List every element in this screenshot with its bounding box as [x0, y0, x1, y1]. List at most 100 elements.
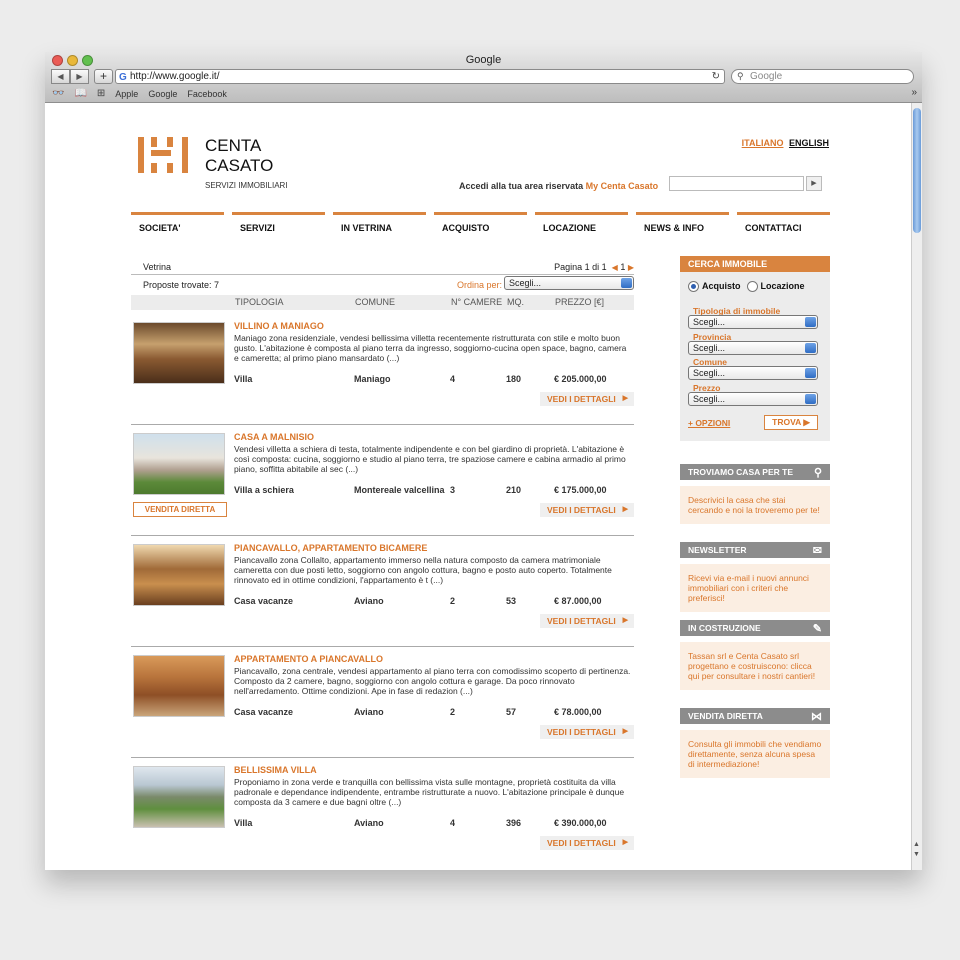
promo-box-newsletter[interactable]: NEWSLETTER ✉ Ricevi via e-mail i nuovi an… [680, 542, 830, 612]
select-provincia[interactable]: Scegli... [688, 341, 818, 355]
listing-item: PIANCAVALLO, APPARTAMENTO BICAMERE Pianc… [131, 536, 634, 647]
box-text: Ricevi via e-mail i nuovi annunci immobi… [680, 564, 830, 612]
breadcrumb: Vetrina [143, 262, 172, 272]
web-page: CENTA CASATO SERVIZI IMMOBILIARI ITALIANO… [45, 103, 911, 870]
browser-window: Google ◀ ▶ + G http://www.google.it/ ↻ ⚲… [45, 52, 922, 870]
listing-title[interactable]: BELLISSIMA VILLA [234, 765, 317, 775]
details-button[interactable]: VEDI I DETTAGLI ▶ [540, 392, 634, 406]
reading-list-icon[interactable]: 👓 [52, 88, 64, 99]
envelope-icon: ✉ [812, 545, 822, 557]
nav-locazione[interactable]: LOCAZIONE [535, 212, 628, 233]
top-sites-grid-icon[interactable]: ⊞ [97, 88, 105, 99]
direct-sale-badge[interactable]: VENDITA DIRETTA [133, 502, 227, 517]
listing-city: Aviano [354, 818, 384, 828]
listing-sqm: 396 [506, 818, 522, 828]
magnifier-icon: ⚲ [813, 467, 822, 479]
forward-button[interactable]: ▶ [70, 69, 89, 84]
scrollbar-thumb[interactable] [913, 108, 921, 233]
brand-name: CENTA CASATO [205, 136, 274, 175]
select-prezzo[interactable]: Scegli... [688, 392, 818, 406]
more-options-link[interactable]: + OPZIONI [688, 418, 730, 428]
select-comune[interactable]: Scegli... [688, 366, 818, 380]
promo-box-find-house[interactable]: TROVIAMO CASA PER TE ⚲ Descrivici la casa… [680, 464, 830, 524]
bookmarks-bar: 👓 📖 ⊞ Apple Google Facebook [52, 88, 227, 99]
radio-locazione[interactable]: Locazione [746, 281, 805, 293]
google-favicon-icon: G [119, 72, 127, 83]
listing-title[interactable]: CASA A MALNISIO [234, 432, 314, 442]
vertical-scrollbar[interactable]: ▲ ▼ [911, 103, 922, 870]
listing-photo[interactable] [133, 544, 225, 606]
listing-item: BELLISSIMA VILLA Proponiamo in zona verd… [131, 758, 634, 869]
order-select[interactable]: Scegli... [504, 276, 634, 290]
add-bookmark-button[interactable]: + [94, 69, 113, 84]
my-area-link[interactable]: My Centa Casato [586, 181, 659, 191]
listing-item: VILLINO A MANIAGO Maniago zona residenzi… [131, 314, 634, 425]
scroll-up-icon[interactable]: ▲ [913, 841, 920, 848]
listing-price: € 175.000,00 [554, 485, 607, 495]
listing-price: € 390.000,00 [554, 818, 607, 828]
listing-photo[interactable] [133, 322, 225, 384]
bookmarks-book-icon[interactable]: 📖 [74, 88, 86, 99]
listing-price: € 87.000,00 [554, 596, 602, 606]
details-button[interactable]: VEDI I DETTAGLI ▶ [540, 614, 634, 628]
search-icon: ⚲ [737, 71, 744, 81]
listing-type: Casa vacanze [234, 707, 294, 717]
details-button[interactable]: VEDI I DETTAGLI ▶ [540, 725, 634, 739]
listing-city: Aviano [354, 596, 384, 606]
brand-tagline: SERVIZI IMMOBILIARI [205, 181, 288, 190]
more-bookmarks-icon[interactable]: » [911, 87, 917, 98]
listing-description: Maniago zona residenziale, vendesi belli… [234, 333, 627, 363]
next-page-icon[interactable]: ▶ [628, 263, 634, 272]
box-text: Tassan srl e Centa Casato srl progettano… [680, 642, 830, 690]
select-tipologia[interactable]: Scegli... [688, 315, 818, 329]
login-go-button[interactable]: ▶ [806, 176, 822, 191]
radio-acquisto[interactable]: Acquisto [688, 281, 741, 293]
nav-contattaci[interactable]: CONTATTACI [737, 212, 830, 233]
nav-in-vetrina[interactable]: IN VETRINA [333, 212, 426, 233]
listing-photo[interactable] [133, 655, 225, 717]
bookmark-apple[interactable]: Apple [115, 89, 138, 99]
prev-page-icon[interactable]: ◀ [612, 263, 618, 272]
scroll-down-icon[interactable]: ▼ [913, 851, 920, 858]
nav-news-info[interactable]: NEWS & INFO [636, 212, 729, 233]
lang-italian-link[interactable]: ITALIANO [742, 138, 784, 148]
listing-description: Vendesi villetta a schiera di testa, tot… [234, 444, 626, 474]
listing-price: € 78.000,00 [554, 707, 602, 717]
nav-acquisto[interactable]: ACQUISTO [434, 212, 527, 233]
promo-box-direct-sale[interactable]: VENDITA DIRETTA ⋈ Consulta gli immobili c… [680, 708, 830, 778]
results-count: Proposte trovate: 7 [143, 280, 220, 290]
login-input[interactable] [669, 176, 804, 191]
listing-description: Piancavallo, zona centrale, vendesi appa… [234, 666, 631, 696]
browser-search-field[interactable]: ⚲ Google [731, 69, 914, 84]
back-button[interactable]: ◀ [51, 69, 70, 84]
listing-photo[interactable] [133, 766, 225, 828]
details-button[interactable]: VEDI I DETTAGLI ▶ [540, 503, 634, 517]
handshake-icon: ⋈ [811, 711, 822, 723]
box-text: Descrivici la casa che stai cercando e n… [680, 486, 830, 524]
listing-description: Proponiamo in zona verde e tranquilla co… [234, 777, 625, 807]
listing-title[interactable]: PIANCAVALLO, APPARTAMENTO BICAMERE [234, 543, 427, 553]
listing-title[interactable]: VILLINO A MANIAGO [234, 321, 324, 331]
pagination: Pagina 1 di 1 ◀ 1 ▶ [554, 262, 634, 272]
bookmark-facebook[interactable]: Facebook [187, 89, 227, 99]
box-text: Consulta gli immobili che vendiamo diret… [680, 730, 830, 778]
listing-photo[interactable] [133, 433, 225, 495]
bookmark-google[interactable]: Google [148, 89, 177, 99]
promo-box-construction[interactable]: IN COSTRUZIONE ✎ Tassan srl e Centa Casat… [680, 620, 830, 690]
nav-servizi[interactable]: SERVIZI [232, 212, 325, 233]
listing-sqm: 210 [506, 485, 522, 495]
listing-title[interactable]: APPARTAMENTO A PIANCAVALLO [234, 654, 383, 664]
listing-type: Villa a schiera [234, 485, 294, 495]
details-button[interactable]: VEDI I DETTAGLI ▶ [540, 836, 634, 850]
listing-item: APPARTAMENTO A PIANCAVALLO Piancavallo, … [131, 647, 634, 758]
address-bar[interactable]: G http://www.google.it/ ↻ [115, 69, 725, 84]
centa-casato-logo[interactable] [138, 137, 196, 173]
search-submit-button[interactable]: TROVA ▶ [764, 415, 818, 430]
nav-societa[interactable]: SOCIETA' [131, 212, 224, 233]
page-number[interactable]: 1 [620, 262, 625, 272]
listing-city: Montereale valcellina [354, 485, 445, 495]
col-tipologia: TIPOLOGIA [235, 297, 284, 307]
lang-english-link[interactable]: ENGLISH [789, 138, 829, 148]
reload-icon[interactable]: ↻ [712, 70, 720, 83]
trowel-icon: ✎ [812, 623, 822, 635]
